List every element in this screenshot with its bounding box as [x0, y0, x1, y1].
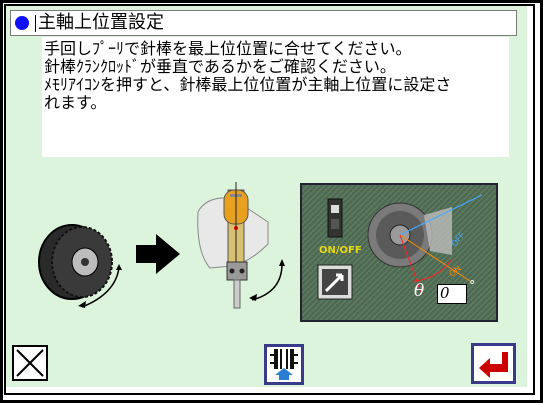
enter-button[interactable]: [471, 343, 516, 384]
message-line-1: 手回しﾌﾟｰﾘで針棒を最上位位置に合せてください。: [44, 39, 412, 58]
degree-symbol: °: [469, 279, 476, 294]
handwheel-icon: [38, 224, 113, 300]
close-x-icon: [16, 349, 44, 377]
title-cursor: [35, 15, 36, 32]
message-line-2: 針棒ｸﾗﾝｸﾛｯﾄﾞが垂直であるかをご確認ください。: [44, 57, 396, 76]
memory-button[interactable]: [264, 344, 304, 385]
on-off-label: ON/OFF: [319, 245, 362, 256]
title-bullet-icon: [15, 16, 29, 30]
page-title: 主軸上位置設定: [38, 12, 164, 33]
title-bar: 主軸上位置設定: [10, 10, 517, 36]
message-line-4: れます。: [44, 93, 107, 112]
position-icon: [317, 264, 353, 300]
angle-setting-diagram: OFF ON ON/OFF θ 0 °: [300, 183, 498, 322]
message-line-3: ﾒﾓﾘｱｲｺﾝを押すと、針棒最上位位置が主軸上位置に設定さ: [44, 75, 452, 94]
needle-bar-crank-icon: [197, 182, 269, 309]
sensor-icon: [327, 198, 343, 238]
instruction-message: 手回しﾌﾟｰﾘで針棒を最上位位置に合せてください。 針棒ｸﾗﾝｸﾛｯﾄﾞが垂直で…: [42, 37, 509, 157]
theta-label: θ: [414, 281, 425, 301]
theta-value-field[interactable]: 0: [437, 284, 467, 304]
handwheel-needlebar-illustration: [38, 182, 285, 309]
close-button[interactable]: [12, 345, 48, 381]
theta-value: 0: [440, 284, 450, 302]
right-arrow-icon: [136, 234, 180, 274]
enter-return-icon: [479, 352, 508, 378]
memory-store-icon: [270, 349, 298, 380]
